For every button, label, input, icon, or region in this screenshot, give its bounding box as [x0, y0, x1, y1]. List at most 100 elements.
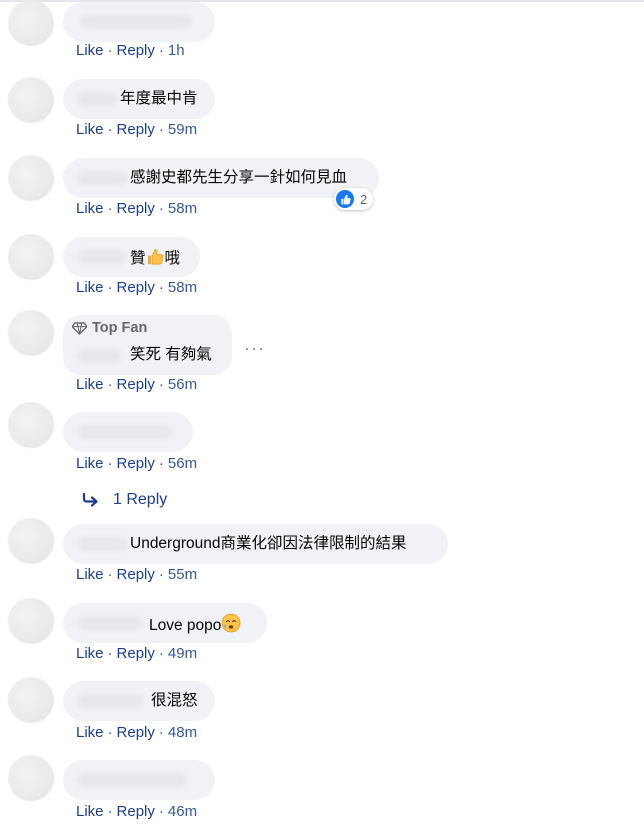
timestamp[interactable]: 48m	[168, 724, 197, 741]
blurred-name	[77, 250, 125, 264]
timestamp[interactable]: 1h	[168, 42, 185, 59]
more-options-icon[interactable]: ···	[244, 339, 265, 357]
separator: ·	[107, 566, 113, 583]
avatar[interactable]	[8, 518, 54, 564]
timestamp[interactable]: 56m	[168, 455, 197, 472]
reply-link[interactable]: Reply	[117, 803, 155, 820]
reply-link[interactable]: Reply	[117, 42, 155, 59]
comment-text: Underground商業化卻因法律限制的結果	[130, 535, 407, 552]
separator: ·	[107, 376, 113, 393]
like-link[interactable]: Like	[76, 121, 104, 138]
avatar[interactable]	[8, 598, 54, 644]
comment-bubble: 感謝史都先生分享一針如何見血	[63, 158, 379, 198]
reaction-badge[interactable]: 2	[334, 188, 374, 210]
comment-text: 感謝史都先生分享一針如何見血	[130, 169, 348, 186]
comment-actions: Like · Reply · 58m	[76, 279, 197, 296]
separator: ·	[158, 455, 164, 472]
timestamp[interactable]: 56m	[168, 376, 197, 393]
comment-actions: Like · Reply · 55m	[76, 566, 197, 583]
crying-face-emoji	[222, 613, 241, 633]
comment-bubble: 年度最中肯	[63, 79, 215, 119]
separator: ·	[158, 645, 164, 662]
timestamp[interactable]: 46m	[168, 803, 197, 820]
comment-actions: Like · Reply · 48m	[76, 724, 197, 741]
separator: ·	[107, 645, 113, 662]
reply-arrow-icon	[82, 493, 98, 507]
avatar[interactable]	[8, 402, 54, 448]
reply-link[interactable]: Reply	[117, 376, 155, 393]
avatar[interactable]	[8, 77, 54, 123]
reply-link[interactable]: Reply	[117, 200, 155, 217]
blurred-text	[77, 773, 187, 787]
comment-actions: Like · Reply · 46m	[76, 803, 197, 820]
reaction-count: 2	[360, 191, 368, 207]
reply-link[interactable]: Reply	[117, 455, 155, 472]
comment-actions: Like · Reply · 58m	[76, 200, 197, 217]
timestamp[interactable]: 58m	[168, 279, 197, 296]
avatar[interactable]	[8, 234, 54, 280]
comment-text: 笑死 有夠氣	[130, 346, 212, 363]
like-link[interactable]: Like	[76, 200, 104, 217]
blurred-name	[77, 537, 127, 551]
blurred-text	[81, 15, 191, 29]
reply-link[interactable]: Reply	[117, 724, 155, 741]
separator: ·	[158, 724, 164, 741]
avatar[interactable]	[8, 0, 54, 46]
comment-actions: Like · Reply · 1h	[76, 42, 185, 59]
comment-bubble	[63, 412, 193, 452]
separator: ·	[107, 279, 113, 296]
like-link[interactable]: Like	[76, 803, 104, 820]
like-link[interactable]: Like	[76, 455, 104, 472]
reply-link[interactable]: Reply	[117, 566, 155, 583]
comment-bubble: Underground商業化卻因法律限制的結果	[63, 524, 448, 564]
like-link[interactable]: Like	[76, 724, 104, 741]
separator: ·	[107, 200, 113, 217]
separator: ·	[158, 200, 164, 217]
top-fan-label: Top Fan	[92, 320, 148, 336]
blurred-name	[77, 616, 141, 630]
avatar[interactable]	[8, 310, 54, 356]
top-fan-badge[interactable]: Top Fan	[72, 320, 147, 336]
like-link[interactable]: Like	[76, 376, 104, 393]
timestamp[interactable]: 49m	[168, 645, 197, 662]
replies-count[interactable]: 1 Reply	[113, 491, 167, 509]
comment-text: Love popo	[149, 613, 241, 636]
timestamp[interactable]: 58m	[168, 200, 197, 217]
comment-text-start: 贊	[130, 250, 146, 267]
view-replies-link[interactable]: 1 Reply	[82, 491, 167, 509]
separator: ·	[158, 376, 164, 393]
timestamp[interactable]: 59m	[168, 121, 197, 138]
timestamp[interactable]: 55m	[168, 566, 197, 583]
comment-actions: Like · Reply · 56m	[76, 376, 197, 393]
reply-link[interactable]: Reply	[117, 645, 155, 662]
diamond-icon	[72, 321, 87, 335]
like-reaction-icon	[336, 190, 354, 208]
comment-text: 年度最中肯	[120, 90, 198, 107]
reply-link[interactable]: Reply	[117, 121, 155, 138]
separator: ·	[158, 279, 164, 296]
like-link[interactable]: Like	[76, 566, 104, 583]
blurred-name	[77, 349, 121, 363]
blurred-name	[77, 171, 127, 185]
blurred-name	[77, 92, 117, 106]
comment-actions: Like · Reply · 59m	[76, 121, 197, 138]
separator: ·	[107, 42, 113, 59]
comment-bubble: 贊哦	[63, 237, 200, 277]
comment-text: 贊哦	[130, 247, 180, 269]
separator: ·	[107, 724, 113, 741]
like-link[interactable]: Like	[76, 279, 104, 296]
avatar[interactable]	[8, 155, 54, 201]
comment-text-main: Love popo	[149, 617, 222, 634]
separator: ·	[107, 455, 113, 472]
comment-bubble	[63, 760, 215, 800]
comment-text: 很混怒	[151, 692, 198, 709]
reply-link[interactable]: Reply	[117, 279, 155, 296]
avatar[interactable]	[8, 755, 54, 801]
comment-actions: Like · Reply · 49m	[76, 645, 197, 662]
like-link[interactable]: Like	[76, 645, 104, 662]
separator: ·	[107, 803, 113, 820]
avatar[interactable]	[8, 677, 54, 723]
like-link[interactable]: Like	[76, 42, 104, 59]
thumbs-up-emoji	[147, 248, 164, 265]
separator: ·	[158, 566, 164, 583]
